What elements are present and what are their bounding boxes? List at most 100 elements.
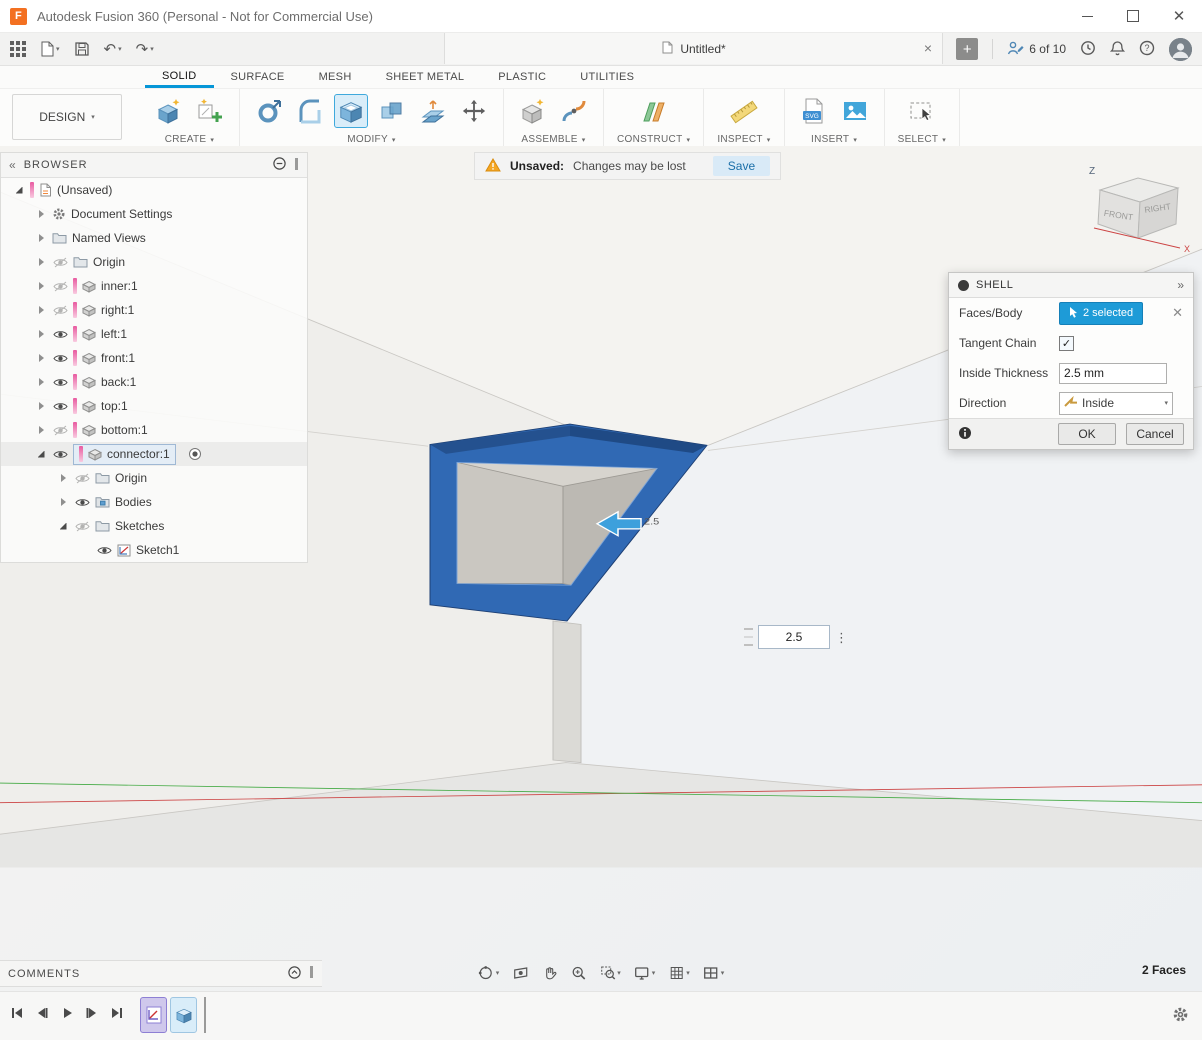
visibility-on-icon[interactable]: [52, 401, 68, 412]
info-icon[interactable]: [958, 426, 972, 443]
expander-collapsed-icon[interactable]: [35, 376, 47, 388]
visibility-off-icon[interactable]: [52, 425, 68, 436]
ribbon-tab-sheet-metal[interactable]: SHEET METAL: [369, 66, 482, 88]
expander-collapsed-icon[interactable]: [57, 496, 69, 508]
ribbon-tab-surface[interactable]: SURFACE: [214, 66, 302, 88]
more-options-icon[interactable]: ⋮: [835, 631, 848, 644]
ribbon-tab-mesh[interactable]: MESH: [302, 66, 369, 88]
thickness-value-input[interactable]: [758, 625, 830, 649]
skip-start-icon[interactable]: [10, 1006, 24, 1023]
user-avatar[interactable]: [1169, 38, 1192, 61]
browser-row-sketch1-15[interactable]: Sketch1: [1, 538, 307, 562]
inside-thickness-input[interactable]: [1059, 363, 1167, 384]
shell-tool-icon[interactable]: [335, 95, 367, 127]
new-document-button[interactable]: +: [956, 38, 978, 60]
expander-collapsed-icon[interactable]: [35, 400, 47, 412]
browser-row-front-1-7[interactable]: front:1: [1, 346, 307, 370]
expand-comments-icon[interactable]: [288, 966, 301, 982]
visibility-on-icon[interactable]: [52, 329, 68, 340]
activate-component-radio[interactable]: [188, 447, 202, 461]
help-icon[interactable]: ?: [1139, 40, 1155, 59]
browser-header[interactable]: « BROWSER: [1, 153, 307, 178]
visibility-off-icon[interactable]: [52, 257, 68, 268]
joint-icon[interactable]: [558, 95, 590, 127]
play-icon[interactable]: [60, 1006, 74, 1023]
viewports-icon[interactable]: ▾: [703, 965, 725, 981]
fit-icon[interactable]: ▾: [599, 965, 621, 981]
visibility-on-icon[interactable]: [52, 449, 68, 460]
dock-dialog-icon[interactable]: »: [1177, 278, 1184, 292]
minimize-button[interactable]: [1064, 0, 1110, 32]
expander-expanded-icon[interactable]: [57, 520, 69, 532]
drag-handle-icon[interactable]: [744, 628, 753, 646]
job-status-clock-icon[interactable]: [1080, 40, 1096, 59]
insert-svg-icon[interactable]: SVG: [798, 95, 830, 127]
tangent-chain-checkbox[interactable]: [1059, 336, 1074, 351]
select-tool-icon[interactable]: [906, 95, 938, 127]
panel-grip-icon[interactable]: [309, 966, 314, 981]
ribbon-tab-plastic[interactable]: PLASTIC: [481, 66, 563, 88]
ribbon-group-label-modify[interactable]: MODIFY▾: [347, 134, 396, 145]
close-button[interactable]: ✕: [1156, 0, 1202, 32]
browser-row-origin-3[interactable]: Origin: [1, 250, 307, 274]
browser-row-right-1-5[interactable]: right:1: [1, 298, 307, 322]
timeline-shell-icon[interactable]: [170, 997, 197, 1033]
faces-selected-chip[interactable]: 2 selected: [1059, 302, 1143, 325]
clear-selection-icon[interactable]: ✕: [1172, 305, 1183, 321]
ribbon-group-label-construct[interactable]: CONSTRUCT▾: [617, 134, 690, 145]
visibility-off-icon[interactable]: [74, 473, 90, 484]
combine-icon[interactable]: [376, 95, 408, 127]
grid-display-icon[interactable]: ▾: [668, 965, 690, 981]
fillet-icon[interactable]: [294, 95, 326, 127]
expander-collapsed-icon[interactable]: [35, 256, 47, 268]
ribbon-group-label-inspect[interactable]: INSPECT▾: [717, 134, 770, 145]
panel-grip-icon[interactable]: [294, 158, 299, 173]
notifications-bell-icon[interactable]: [1110, 40, 1125, 59]
comments-bar[interactable]: COMMENTS: [0, 960, 322, 987]
browser-row-inner-1-4[interactable]: inner:1: [1, 274, 307, 298]
expander-collapsed-icon[interactable]: [35, 328, 47, 340]
visibility-off-icon[interactable]: [52, 305, 68, 316]
orbit-icon[interactable]: ▾: [478, 965, 500, 981]
look-at-icon[interactable]: [512, 965, 528, 981]
browser-row-bottom-1-10[interactable]: bottom:1: [1, 418, 307, 442]
expander-collapsed-icon[interactable]: [35, 232, 47, 244]
save-button[interactable]: [74, 41, 90, 57]
zoom-icon[interactable]: [570, 965, 586, 981]
new-solid-icon[interactable]: [153, 95, 185, 127]
measure-icon[interactable]: [728, 95, 760, 127]
save-link-button[interactable]: Save: [713, 156, 770, 176]
browser-row-top-1-9[interactable]: top:1: [1, 394, 307, 418]
step-back-icon[interactable]: [35, 1006, 49, 1023]
redo-button[interactable]: ↷▾: [136, 42, 154, 57]
save-counter[interactable]: 6 of 10: [1007, 40, 1066, 59]
expander-expanded-icon[interactable]: [13, 184, 25, 196]
ribbon-tab-utilities[interactable]: UTILITIES: [563, 66, 651, 88]
ribbon-group-label-insert[interactable]: INSERT▾: [811, 134, 857, 145]
construct-plane-icon[interactable]: [638, 95, 670, 127]
expander-expanded-icon[interactable]: [35, 448, 47, 460]
offset-face-icon[interactable]: [417, 95, 449, 127]
new-component-icon[interactable]: [517, 95, 549, 127]
expander-collapsed-icon[interactable]: [35, 280, 47, 292]
visibility-on-icon[interactable]: [52, 353, 68, 364]
pan-icon[interactable]: [541, 965, 557, 981]
timeline-settings-gear-icon[interactable]: [1172, 1006, 1189, 1026]
expander-collapsed-icon[interactable]: [35, 424, 47, 436]
viewport-canvas[interactable]: 2.5 « BROWSER (Unsaved)Document Settings…: [0, 146, 1202, 992]
cancel-button[interactable]: Cancel: [1126, 423, 1184, 445]
expander-collapsed-icon[interactable]: [35, 208, 47, 220]
browser-row-named-views-2[interactable]: Named Views: [1, 226, 307, 250]
direction-dropdown[interactable]: Inside ▾: [1059, 392, 1173, 415]
ribbon-group-label-select[interactable]: SELECT▾: [898, 134, 947, 145]
browser-row-back-1-8[interactable]: back:1: [1, 370, 307, 394]
browser-row-document-settings-1[interactable]: Document Settings: [1, 202, 307, 226]
expander-collapsed-icon[interactable]: [35, 304, 47, 316]
view-cube[interactable]: Z FRONT RIGHT X: [1080, 160, 1195, 258]
workspace-switcher[interactable]: DESIGN▾: [12, 94, 122, 140]
collapse-panel-icon[interactable]: «: [9, 158, 16, 172]
step-forward-icon[interactable]: [85, 1006, 99, 1023]
visibility-off-icon[interactable]: [52, 281, 68, 292]
expander-collapsed-icon[interactable]: [57, 472, 69, 484]
move-copy-icon[interactable]: [458, 95, 490, 127]
